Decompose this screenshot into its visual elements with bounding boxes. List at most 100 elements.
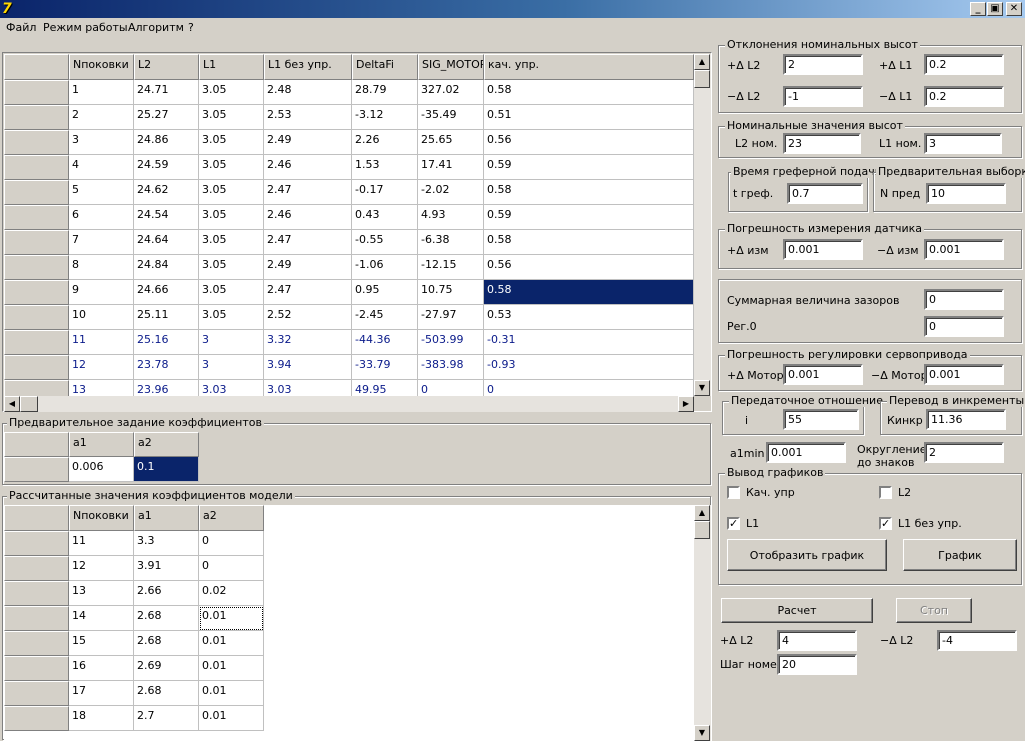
show-graph-button[interactable]: Отобразить график xyxy=(727,539,887,571)
l1-nom-input[interactable] xyxy=(924,133,1002,154)
table-cell[interactable]: -27.97 xyxy=(418,305,484,330)
row-header[interactable] xyxy=(4,606,69,631)
scroll-thumb[interactable] xyxy=(694,70,710,88)
table-cell[interactable]: 0.02 xyxy=(199,581,264,606)
table-cell[interactable]: 7 xyxy=(69,230,134,255)
table-cell[interactable]: 3.05 xyxy=(199,180,264,205)
close-button[interactable]: ✕ xyxy=(1006,2,1022,16)
column-header[interactable]: a2 xyxy=(134,432,199,457)
table-cell[interactable]: 2.49 xyxy=(264,255,352,280)
menu-mode[interactable]: Режим работы xyxy=(43,21,128,34)
table-cell[interactable]: 14 xyxy=(69,606,134,631)
table-cell[interactable]: 23.96 xyxy=(134,380,199,396)
table-cell[interactable]: 0.01 xyxy=(199,631,264,656)
table-cell[interactable]: 0.56 xyxy=(484,255,694,280)
table-cell[interactable]: 17.41 xyxy=(418,155,484,180)
main-table-hscroll[interactable]: ◀ ▶ xyxy=(4,396,694,412)
table-cell[interactable]: 3.05 xyxy=(199,205,264,230)
ratio-input[interactable] xyxy=(783,409,859,430)
step-input[interactable] xyxy=(777,654,857,675)
table-cell[interactable]: -0.17 xyxy=(352,180,418,205)
row-header[interactable] xyxy=(4,230,69,255)
table-cell[interactable]: 0.53 xyxy=(484,305,694,330)
table-cell[interactable]: -503.99 xyxy=(418,330,484,355)
table-cell[interactable]: 2 xyxy=(69,105,134,130)
table-cell[interactable]: -2.45 xyxy=(352,305,418,330)
table-cell[interactable]: 49.95 xyxy=(352,380,418,396)
table-cell[interactable]: 3.91 xyxy=(134,556,199,581)
table-cell[interactable]: 0.01 xyxy=(199,606,264,631)
table-cell[interactable]: 0.58 xyxy=(484,280,694,305)
table-cell[interactable]: 1.53 xyxy=(352,155,418,180)
table-cell[interactable]: 3.32 xyxy=(264,330,352,355)
table-cell[interactable]: 2.47 xyxy=(264,280,352,305)
table-cell[interactable]: 2.47 xyxy=(264,180,352,205)
table-cell[interactable]: 2.66 xyxy=(134,581,199,606)
menu-algorithm[interactable]: Алгоритм xyxy=(128,21,184,34)
table-cell[interactable]: 0 xyxy=(199,531,264,556)
a1min-input[interactable] xyxy=(766,442,846,463)
table-cell[interactable]: 0.95 xyxy=(352,280,418,305)
l2-nom-input[interactable] xyxy=(783,133,861,154)
scroll-down-icon[interactable]: ▼ xyxy=(694,725,710,741)
table-cell[interactable]: 3.94 xyxy=(264,355,352,380)
calc-table-vscroll[interactable]: ▲ ▼ xyxy=(694,505,711,741)
reg0-input[interactable] xyxy=(924,316,1004,337)
gaps-sum-input[interactable] xyxy=(924,289,1004,310)
table-cell[interactable]: 24.86 xyxy=(134,130,199,155)
row-header[interactable] xyxy=(4,105,69,130)
table-cell[interactable]: 3.03 xyxy=(264,380,352,396)
minus-l2-input[interactable] xyxy=(783,86,863,107)
table-cell[interactable]: 0.1 xyxy=(134,457,199,482)
sensor-plus-input[interactable] xyxy=(783,239,863,260)
restore-button[interactable]: ▣ xyxy=(987,2,1003,16)
calc-button[interactable]: Расчет xyxy=(721,598,873,623)
table-cell[interactable]: 9 xyxy=(69,280,134,305)
table-cell[interactable]: 24.64 xyxy=(134,230,199,255)
table-cell[interactable]: 25.16 xyxy=(134,330,199,355)
table-cell[interactable]: 0.58 xyxy=(484,230,694,255)
graph-button[interactable]: График xyxy=(903,539,1017,571)
table-cell[interactable]: -0.93 xyxy=(484,355,694,380)
round-input[interactable] xyxy=(924,442,1004,463)
table-cell[interactable]: 3.3 xyxy=(134,531,199,556)
table-cell[interactable]: 2.7 xyxy=(134,706,199,731)
table-cell[interactable]: -12.15 xyxy=(418,255,484,280)
row-header[interactable] xyxy=(4,380,69,396)
table-cell[interactable]: 2.68 xyxy=(134,606,199,631)
table-cell[interactable]: 3.05 xyxy=(199,130,264,155)
row-header[interactable] xyxy=(4,631,69,656)
table-cell[interactable]: 13 xyxy=(69,581,134,606)
table-cell[interactable]: 28.79 xyxy=(352,80,418,105)
table-cell[interactable]: 12 xyxy=(69,355,134,380)
table-cell[interactable]: 2.46 xyxy=(264,205,352,230)
column-header[interactable]: кач. упр. xyxy=(484,54,694,80)
row-header[interactable] xyxy=(4,205,69,230)
table-cell[interactable]: 23.78 xyxy=(134,355,199,380)
table-cell[interactable]: 24.62 xyxy=(134,180,199,205)
column-header[interactable]: DeltaFi xyxy=(352,54,418,80)
table-cell[interactable]: 6 xyxy=(69,205,134,230)
table-cell[interactable]: 25.11 xyxy=(134,305,199,330)
coef-preset-table[interactable]: a1 a2 0.006 0.1 xyxy=(4,432,709,483)
column-header[interactable]: a1 xyxy=(134,505,199,531)
scroll-right-icon[interactable]: ▶ xyxy=(678,396,694,412)
table-cell[interactable]: 2.68 xyxy=(134,681,199,706)
row-header[interactable] xyxy=(4,355,69,380)
table-cell[interactable]: 0.58 xyxy=(484,180,694,205)
table-cell[interactable]: 3.05 xyxy=(199,230,264,255)
table-cell[interactable]: -3.12 xyxy=(352,105,418,130)
row-header[interactable] xyxy=(4,180,69,205)
table-cell[interactable]: 24.71 xyxy=(134,80,199,105)
column-header[interactable]: a2 xyxy=(199,505,264,531)
table-cell[interactable]: 11 xyxy=(69,531,134,556)
table-cell[interactable]: -2.02 xyxy=(418,180,484,205)
column-header[interactable]: Nпоковки xyxy=(69,54,134,80)
table-cell[interactable]: 5 xyxy=(69,180,134,205)
scroll-down-icon[interactable]: ▼ xyxy=(694,380,710,396)
stop-button[interactable]: Стоп xyxy=(896,598,972,623)
row-header[interactable] xyxy=(4,80,69,105)
table-cell[interactable]: -383.98 xyxy=(418,355,484,380)
coef-calc-table[interactable]: Nпоковки a1 a2 11 3.3 0 12 3.91 0 13 2.66 0.02 14 2.6… xyxy=(4,505,694,741)
table-cell[interactable]: 0.58 xyxy=(484,80,694,105)
